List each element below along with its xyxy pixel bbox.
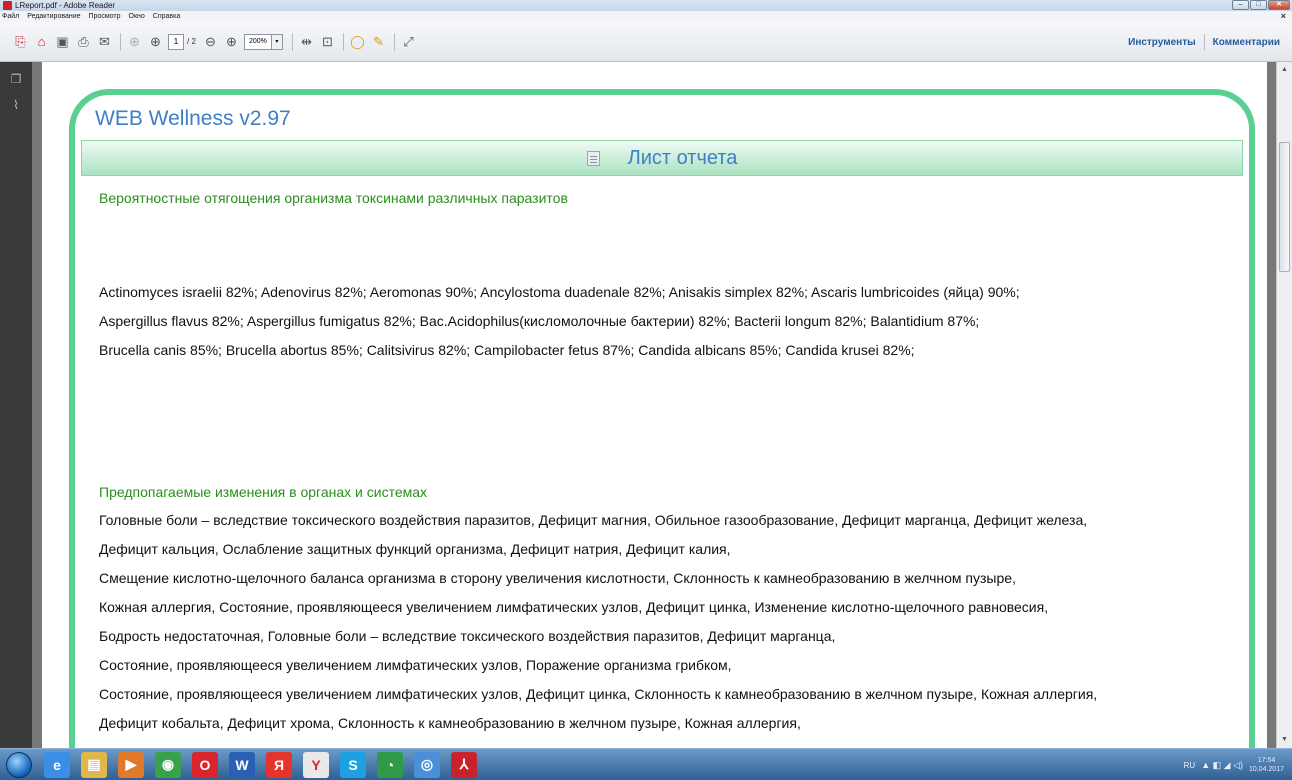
menu-view[interactable]: Просмотр	[89, 13, 121, 20]
scroll-up-icon[interactable]: ▲	[1279, 64, 1290, 76]
word-icon[interactable]: W	[229, 751, 255, 778]
toolbar-divider	[120, 32, 121, 51]
text-line: Actinomyces israelii 82%; Adenovirus 82%…	[99, 284, 1020, 300]
navigation-panel: ❐ ⌇	[0, 62, 32, 748]
toolbar-divider	[342, 32, 344, 51]
text-line: Состояние, проявляющееся увеличением лим…	[99, 657, 732, 673]
media-player-icon[interactable]: ▶	[118, 751, 144, 778]
yandex-icon[interactable]: Я	[266, 751, 292, 778]
globe-icon[interactable]: ◎	[414, 751, 440, 778]
create-pdf-icon[interactable]: ⎘	[12, 33, 29, 50]
minimize-button[interactable]: –	[1232, 0, 1249, 10]
clock[interactable]: 17:54 10.04.2017	[1249, 756, 1284, 774]
highlight-icon[interactable]: ✎	[370, 33, 387, 50]
text-line: Brucella canis 85%; Brucella abortus 85%…	[99, 342, 915, 358]
menu-edit[interactable]: Редактирование	[27, 13, 80, 20]
start-button[interactable]	[6, 751, 32, 778]
toolbar-divider	[1203, 34, 1205, 50]
menu-window[interactable]: Окно	[129, 13, 145, 20]
document-viewport[interactable]: WEB Wellness v2.97 Лист отчета Вероятнос…	[32, 62, 1276, 748]
language-indicator[interactable]: RU	[1184, 761, 1196, 770]
page-total: / 2	[187, 37, 196, 46]
window-controls: – □ ✕	[1232, 0, 1290, 10]
scroll-down-icon[interactable]: ▼	[1279, 734, 1290, 746]
clock-time: 17:54	[1257, 757, 1276, 764]
comment-icon[interactable]: ◯	[349, 33, 366, 50]
taskbar: e ▤ ▶ ◉ O W Я Y S ◔ ◎ ⅄ RU ▲ ◧ ◢ ◁) 17:54 10.04.201…	[0, 748, 1292, 780]
acrobat-icon	[3, 1, 12, 10]
menu-bar: Файл Редактирование Просмотр Окно Справк…	[0, 11, 1292, 22]
skype-icon[interactable]: S	[340, 751, 366, 778]
text-line: Бодрость недостаточная, Головные боли – …	[99, 628, 836, 644]
attachments-icon[interactable]: ⌇	[9, 98, 23, 114]
document-icon	[586, 150, 600, 166]
text-line: Состояние, проявляющееся увеличением лим…	[99, 686, 1098, 702]
toolbar: ⎘ ⌂ ▣ ⎙ ✉ ⊕ ⊕ 1 / 2 ⊖ ⊕ 200% ▾ ⇹ ⊡ ◯ ✎ ⤢…	[0, 22, 1292, 62]
next-page-icon[interactable]: ⊕	[147, 33, 164, 50]
window-title: LReport.pdf - Adobe Reader	[15, 1, 116, 10]
tray-icons[interactable]: ▲ ◧ ◢ ◁)	[1201, 760, 1243, 771]
maximize-button[interactable]: □	[1250, 0, 1267, 10]
fit-width-icon[interactable]: ⇹	[298, 33, 315, 50]
zoom-out-icon[interactable]: ⊖	[202, 33, 219, 50]
toolbar-divider	[393, 32, 395, 51]
zoom-input[interactable]: 200%	[243, 33, 272, 50]
toolbar-right: Инструменты Комментарии	[1128, 22, 1280, 62]
scrollbar-thumb[interactable]	[1279, 142, 1290, 272]
yandex-browser-icon[interactable]: Y	[303, 751, 329, 778]
section-heading-changes: Предпопагаемые изменения в органах и сис…	[99, 484, 428, 500]
text-line: Aspergillus flavus 82%; Aspergillus fumi…	[99, 313, 980, 329]
print-icon[interactable]: ⎙	[75, 33, 92, 50]
close-button[interactable]: ✕	[1268, 0, 1290, 10]
prev-page-icon[interactable]: ⊕	[126, 33, 143, 50]
tools-button[interactable]: Инструменты	[1128, 37, 1196, 48]
opera-icon[interactable]: O	[192, 751, 218, 778]
toolbar-divider	[291, 32, 293, 51]
open-icon[interactable]: ⌂	[33, 33, 50, 50]
ie-icon[interactable]: e	[44, 751, 70, 778]
text-line: Смещение кислотно-щелочного баланса орга…	[99, 570, 1016, 586]
section-heading-parasites: Вероятностные отягощения организма токси…	[99, 190, 568, 206]
fit-page-icon[interactable]: ⊡	[319, 33, 336, 50]
app-title: WEB Wellness v2.97	[95, 107, 291, 130]
title-bar: LReport.pdf - Adobe Reader – □ ✕	[0, 0, 1292, 11]
acrobat-icon[interactable]: ⅄	[451, 751, 477, 778]
clock-date: 10.04.2017	[1248, 766, 1284, 773]
explorer-icon[interactable]: ▤	[81, 751, 107, 778]
pages-icon[interactable]: ❐	[9, 72, 23, 88]
page-number-input[interactable]: 1	[168, 33, 184, 50]
report-title: Лист отчета	[627, 146, 738, 169]
save-icon[interactable]: ▣	[54, 33, 71, 50]
chrome-icon[interactable]: ◉	[155, 751, 181, 778]
close-document-icon[interactable]: ×	[1281, 11, 1286, 22]
monitor-icon[interactable]: ◔	[377, 751, 403, 778]
menu-help[interactable]: Справка	[153, 13, 180, 20]
fullscreen-icon[interactable]: ⤢	[400, 33, 417, 50]
parasites-text: Actinomyces israelii 82%; Adenovirus 82%…	[99, 278, 1249, 365]
comments-button[interactable]: Комментарии	[1213, 37, 1280, 48]
zoom-dropdown-icon[interactable]: ▾	[271, 33, 283, 50]
vertical-scrollbar[interactable]: ▲ ▼	[1276, 62, 1292, 748]
text-line: Кожная аллергия, Состояние, проявляющеес…	[99, 599, 1049, 615]
text-line: Дефицит кальция, Ослабление защитных фун…	[99, 541, 731, 557]
text-line: Дефицит кобальта, Дефицит хрома, Склонно…	[99, 715, 801, 731]
changes-text: Головные боли – вследствие токсического …	[99, 506, 1249, 738]
zoom-in-icon[interactable]: ⊕	[223, 33, 240, 50]
pdf-page: WEB Wellness v2.97 Лист отчета Вероятнос…	[42, 62, 1267, 748]
taskbar-apps: e ▤ ▶ ◉ O W Я Y S ◔ ◎ ⅄	[44, 751, 488, 778]
system-tray: RU ▲ ◧ ◢ ◁) 17:54 10.04.2017	[1184, 749, 1284, 780]
email-icon[interactable]: ✉	[96, 33, 113, 50]
report-header: Лист отчета	[81, 140, 1243, 176]
menu-file[interactable]: Файл	[2, 13, 19, 20]
text-line: Головные боли – вследствие токсического …	[99, 512, 1088, 528]
